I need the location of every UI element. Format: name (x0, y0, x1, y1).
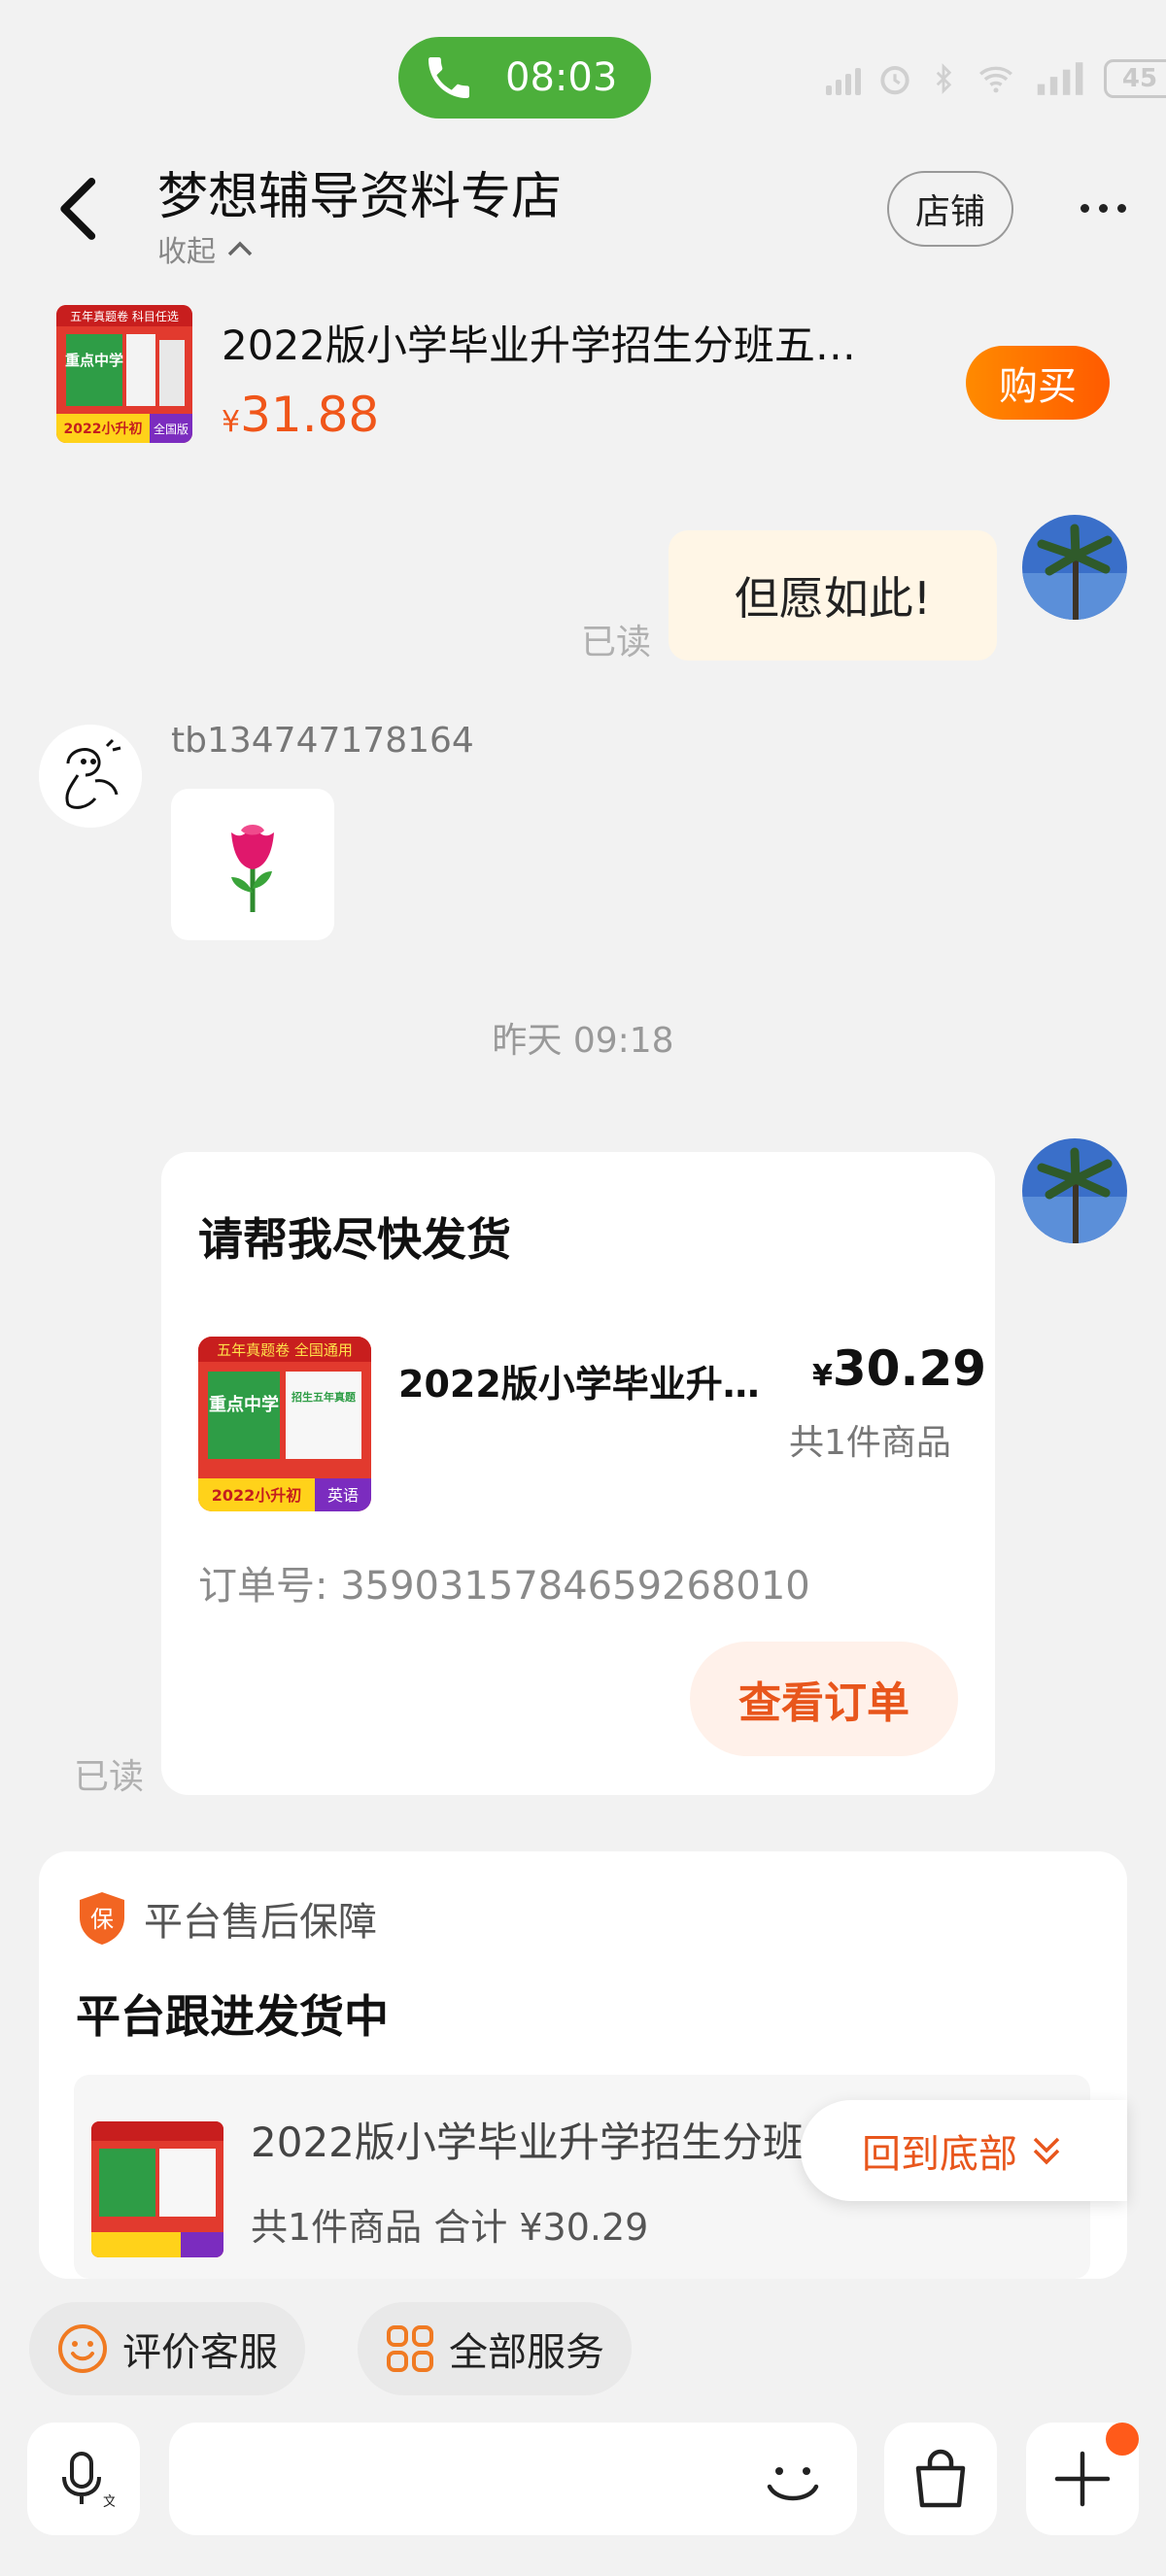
signal-icon (826, 62, 861, 95)
currency-symbol: ¥ (222, 405, 241, 439)
buy-button[interactable]: 购买 (966, 346, 1110, 420)
thumb-big-text: 重点中学 (65, 352, 123, 369)
double-chevron-down-icon (1033, 2137, 1060, 2165)
shield-badge-icon: 保 (80, 1892, 124, 1945)
call-timer: 08:03 (505, 55, 618, 100)
order-card-title: 请帮我尽快发货 (198, 1213, 511, 1266)
order-thumb-big-text: 重点中学 (209, 1394, 279, 1415)
back-to-bottom-button[interactable]: 回到底部 (801, 2100, 1127, 2201)
smiley-icon (58, 2324, 107, 2373)
view-order-button[interactable]: 查看订单 (690, 1642, 958, 1756)
back-arrow-icon[interactable] (51, 175, 109, 243)
order-item-count: 共1件商品 (789, 1423, 951, 1463)
shop-button[interactable]: 店铺 (887, 171, 1013, 247)
message-input[interactable] (169, 2423, 857, 2535)
notification-dot (1106, 2423, 1139, 2456)
product-thumbnail[interactable]: 五年真题卷 科目任选 重点中学 2022小升初 全国版 (56, 305, 192, 443)
guarantee-header: 保 平台售后保障 (76, 1890, 377, 1947)
guarantee-total: 共1件商品 合计 ¥30.29 (251, 2206, 649, 2249)
shopping-bag-icon (915, 2449, 966, 2508)
my-avatar[interactable] (1022, 515, 1127, 620)
price-value: 31.88 (240, 387, 380, 443)
my-message-bubble[interactable]: 但愿如此! (669, 530, 997, 661)
order-thumb-sub-text: 招生五年真题 (292, 1390, 357, 1404)
order-product-name[interactable]: 2022版小学毕业升… (398, 1354, 760, 1407)
chevron-up-icon (227, 241, 253, 256)
cell-signal-icon (1037, 62, 1083, 95)
thumb-banner-text: 五年真题卷 科目任选 (70, 309, 179, 323)
phone-icon (429, 57, 469, 98)
grid-icon (387, 2325, 433, 2372)
currency-symbol: ¥ (812, 1359, 833, 1393)
order-price-value: 30.29 (832, 1340, 987, 1397)
shop-bag-button[interactable] (884, 2423, 997, 2535)
ongoing-call-pill[interactable]: 08:03 (398, 37, 651, 119)
rose-sticker-message[interactable] (171, 789, 334, 940)
shop-title: 梦想辅导资料专店 (157, 168, 563, 226)
svg-text:文: 文 (103, 2494, 115, 2510)
order-thumb-banner: 五年真题卷 全国通用 (217, 1341, 353, 1359)
voice-input-button[interactable]: 文 (27, 2423, 140, 2535)
wifi-icon (978, 66, 1013, 93)
plus-icon (1054, 2451, 1111, 2507)
guarantee-product-thumbnail (91, 2121, 223, 2257)
order-thumb-bottom-label: 2022小升初 (212, 1486, 302, 1505)
my-avatar[interactable] (1022, 1138, 1127, 1243)
status-icons: 45 (826, 54, 1166, 103)
sender-avatar[interactable] (39, 725, 142, 828)
order-price: ¥30.29 (812, 1340, 986, 1397)
order-product-thumbnail[interactable]: 五年真题卷 全国通用 重点中学 招生五年真题 2022小升初 英语 (198, 1337, 371, 1511)
order-thumb-subject: 英语 (327, 1486, 359, 1505)
shield-badge-text: 保 (90, 1906, 114, 1933)
emoji-icon[interactable] (756, 2444, 830, 2518)
order-number: 订单号: 3590315784659268010 (198, 1564, 810, 1609)
all-services-label: 全部服务 (449, 2330, 604, 2375)
read-receipt: 已读 (581, 623, 652, 662)
rate-service-button[interactable]: 评价客服 (29, 2302, 305, 2395)
product-price: ¥31.88 (222, 387, 379, 443)
guarantee-title: 平台跟进发货中 (76, 1990, 389, 2043)
battery-indicator: 45 (1104, 59, 1166, 98)
thumb-edition: 全国版 (154, 422, 189, 436)
bluetooth-icon (936, 63, 952, 94)
thumb-bottom-label: 2022小升初 (64, 421, 143, 437)
microphone-icon: 文 (62, 2452, 115, 2510)
rose-icon (231, 825, 274, 912)
collapse-toggle[interactable]: 收起 (157, 227, 255, 270)
message-timestamp: 昨天 09:18 (492, 1021, 674, 1061)
product-name[interactable]: 2022版小学毕业升学招生分班五… (222, 313, 856, 372)
collapse-label: 收起 (157, 235, 216, 269)
guarantee-header-label: 平台售后保障 (144, 1900, 377, 1945)
read-receipt: 已读 (74, 1757, 145, 1797)
alarm-icon (880, 65, 909, 95)
all-services-button[interactable]: 全部服务 (358, 2302, 632, 2395)
back-to-bottom-label: 回到底部 (862, 2132, 1017, 2177)
sender-name: tb134747178164 (171, 721, 474, 761)
more-menu-icon[interactable] (1080, 204, 1126, 213)
rate-service-label: 评价客服 (122, 2330, 278, 2375)
